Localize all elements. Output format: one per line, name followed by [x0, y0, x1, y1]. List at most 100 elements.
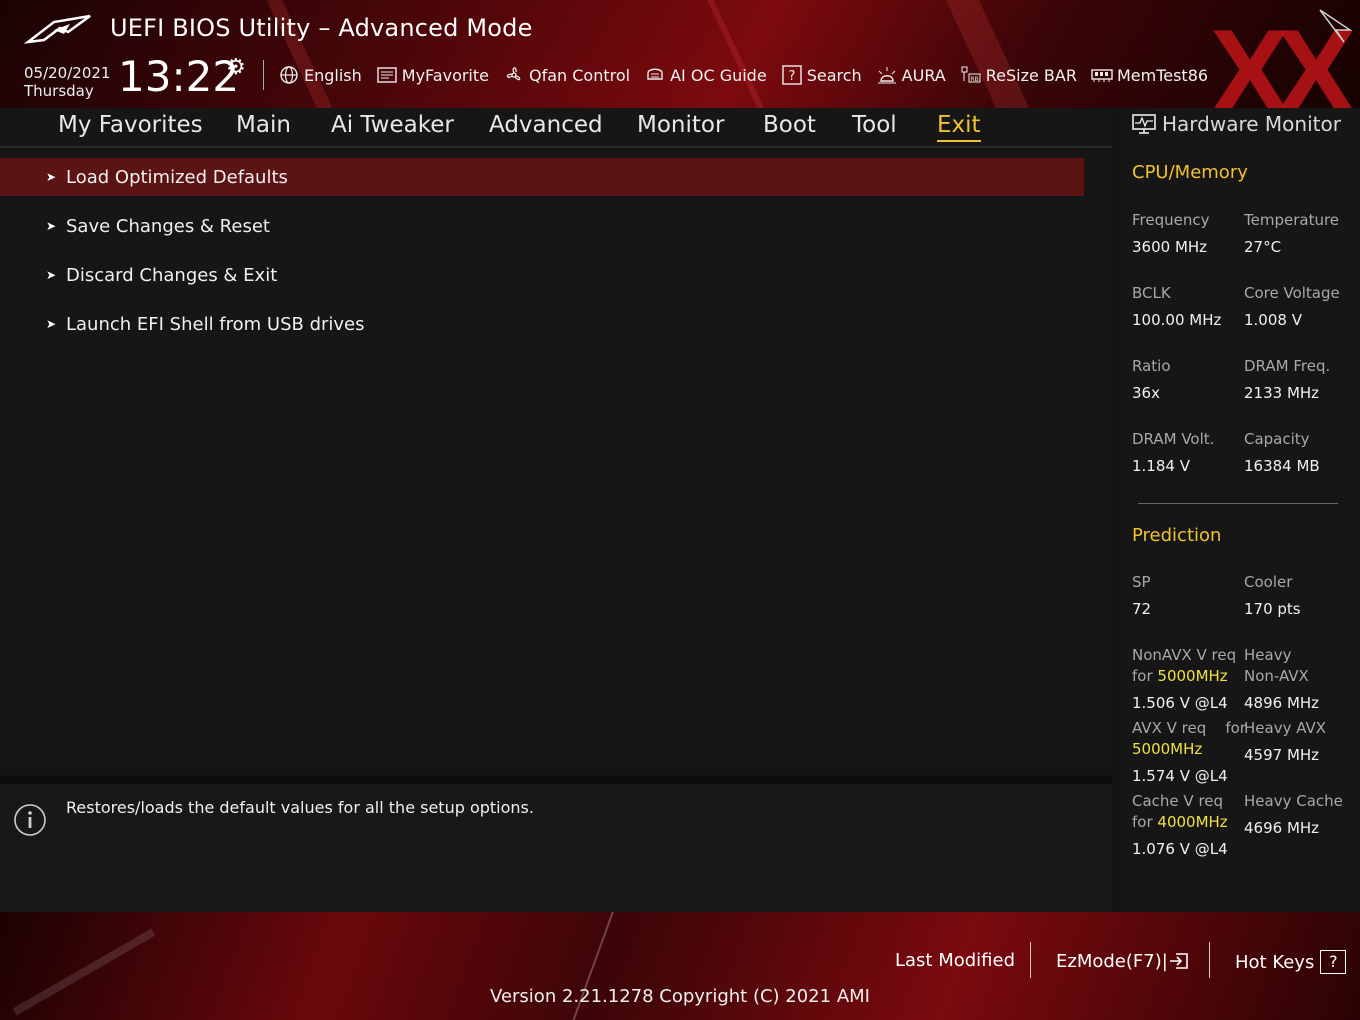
prediction-heading: Prediction [1132, 525, 1222, 546]
help-search-icon: ? [781, 65, 802, 85]
memory-icon [1091, 69, 1113, 82]
save-changes-reset-item[interactable]: ➤ Save Changes & Reset [0, 207, 1084, 245]
date-display: 05/20/2021 Thursday [24, 64, 110, 100]
cooler-label: Cooler [1244, 573, 1293, 591]
tab-advanced[interactable]: Advanced [489, 112, 603, 138]
language-label: English [304, 65, 362, 85]
launch-efi-shell-item[interactable]: ➤ Launch EFI Shell from USB drives [0, 305, 1084, 343]
avx-vreq-text: AVX V req [1132, 719, 1207, 737]
avx-for: for [1225, 719, 1246, 737]
load-optimized-defaults-item[interactable]: ➤ Load Optimized Defaults [0, 158, 1084, 196]
nonavx-label-line1: NonAVX V req [1132, 646, 1237, 664]
dram-volt-value: 1.184 V [1132, 457, 1190, 475]
hardware-monitor-label: Hardware Monitor [1162, 112, 1341, 136]
cache-label-line2: for 4000MHz [1132, 812, 1228, 833]
chevron-right-icon: ➤ [46, 268, 57, 282]
info-icon [14, 804, 46, 836]
main-menu-bar: My Favorites Main Ai Tweaker Advanced Mo… [0, 108, 1112, 148]
ezmode-button[interactable]: EzMode(F7)| [1056, 950, 1190, 972]
temperature-value: 27°C [1244, 238, 1282, 256]
menu-item-label: Save Changes & Reset [66, 215, 270, 237]
ai-chip-icon [647, 68, 663, 80]
heavy-avx-value: 4597 MHz [1244, 746, 1320, 764]
myfavorite-label: MyFavorite [401, 65, 489, 85]
myfavorite-button[interactable]: MyFavorite [376, 65, 489, 85]
header-decor [939, 0, 1051, 108]
heavy-avx-label: Heavy AVX [1244, 719, 1327, 737]
hardware-monitor-panel: Hardware Monitor CPU/Memory Frequency 36… [1120, 108, 1360, 912]
qfan-control-button[interactable]: Qfan Control [503, 65, 630, 85]
sp-value: 72 [1132, 600, 1152, 618]
core-voltage-value: 1.008 V [1244, 311, 1302, 329]
svg-text:?: ? [788, 69, 795, 84]
hot-keys-label: Hot Keys [1235, 951, 1315, 973]
tab-boot[interactable]: Boot [763, 112, 816, 138]
ai-oc-guide-label: AI OC Guide [670, 65, 767, 85]
heavy-cache-value: 4696 MHz [1244, 819, 1320, 837]
tab-my-favorites[interactable]: My Favorites [58, 112, 203, 138]
exit-options-panel: ➤ Load Optimized Defaults ➤ Save Changes… [0, 148, 1112, 766]
dram-freq-label: DRAM Freq. [1244, 357, 1331, 375]
aura-button[interactable]: AURA [876, 65, 946, 85]
avx-vreq-value: 1.574 V @L4 [1132, 767, 1228, 785]
favorite-list-icon [377, 67, 397, 83]
version-text: Version 2.21.1278 Copyright (C) 2021 AMI [490, 986, 870, 1007]
capacity-value: 16384 MB [1244, 457, 1320, 475]
tab-exit[interactable]: Exit [937, 112, 981, 142]
gear-icon[interactable]: ⚙ [226, 55, 246, 80]
menu-item-label: Launch EFI Shell from USB drives [66, 313, 365, 335]
cache-vreq-value: 1.076 V @L4 [1132, 840, 1228, 858]
cursor-arrow-icon [1319, 9, 1353, 43]
search-label: Search [806, 65, 862, 85]
discard-changes-exit-item[interactable]: ➤ Discard Changes & Exit [0, 256, 1084, 294]
resize-bar-button[interactable]: RB ReSize BAR [960, 65, 1077, 85]
dram-volt-label: DRAM Volt. [1132, 430, 1215, 448]
avx-label-line1: AVX V req for [1132, 718, 1246, 739]
nonavx-for: for [1132, 667, 1153, 685]
cpu-memory-heading: CPU/Memory [1132, 162, 1248, 183]
capacity-label: Capacity [1244, 430, 1310, 448]
bclk-value: 100.00 MHz [1132, 311, 1222, 329]
search-button[interactable]: ? Search [781, 65, 862, 85]
heavy-nonavx-line1: Heavy [1244, 646, 1292, 664]
memtest-button[interactable]: MemTest86 [1091, 65, 1208, 85]
ratio-label: Ratio [1132, 357, 1171, 375]
tab-main[interactable]: Main [236, 112, 291, 138]
avx-vreq-label: AVX V req for 5000MHz [1132, 718, 1246, 760]
menu-item-label: Discard Changes & Exit [66, 264, 278, 286]
heavy-nonavx-value: 4896 MHz [1244, 694, 1320, 712]
last-modified-button[interactable]: Last Modified [895, 950, 1015, 971]
divider [263, 60, 264, 90]
rog-logo-icon [24, 14, 91, 44]
tab-monitor[interactable]: Monitor [637, 112, 724, 138]
aura-label: AURA [901, 65, 946, 85]
cache-label-line1: Cache V req [1132, 792, 1224, 810]
divider [1209, 942, 1210, 978]
ratio-value: 36x [1132, 384, 1160, 402]
heavy-cache-label: Heavy Cache [1244, 792, 1343, 810]
hot-keys-button[interactable]: Hot Keys ? [1235, 950, 1347, 974]
cache-freq: 4000MHz [1157, 813, 1228, 831]
svg-text:RB: RB [970, 76, 978, 83]
heavy-nonavx-label: Heavy Non-AVX [1244, 645, 1309, 687]
chevron-right-icon: ➤ [46, 317, 57, 331]
resize-bar-icon: RB [961, 66, 981, 83]
nonavx-vreq-value: 1.506 V @L4 [1132, 694, 1228, 712]
heavy-nonavx-line2: Non-AVX [1244, 667, 1309, 685]
tab-tool[interactable]: Tool [852, 112, 897, 138]
menu-item-label: Load Optimized Defaults [66, 166, 288, 188]
clock: 13:22 [118, 52, 240, 101]
help-description-panel: Restores/loads the default values for al… [0, 776, 1112, 920]
avx-freq: 5000MHz [1132, 740, 1203, 758]
ezmode-label: EzMode(F7)| [1056, 950, 1168, 972]
frequency-label: Frequency [1132, 211, 1210, 229]
language-button[interactable]: English [278, 65, 362, 85]
monitor-icon [1132, 114, 1156, 134]
dram-freq-value: 2133 MHz [1244, 384, 1320, 402]
exit-arrow-icon [1169, 953, 1188, 969]
tab-ai-tweaker[interactable]: Ai Tweaker [331, 112, 454, 138]
date-text: 05/20/2021 [24, 64, 111, 82]
nonavx-label-line2: for 5000MHz [1132, 666, 1236, 687]
ai-oc-guide-button[interactable]: AI OC Guide [644, 65, 767, 85]
memtest-label: MemTest86 [1116, 65, 1209, 85]
